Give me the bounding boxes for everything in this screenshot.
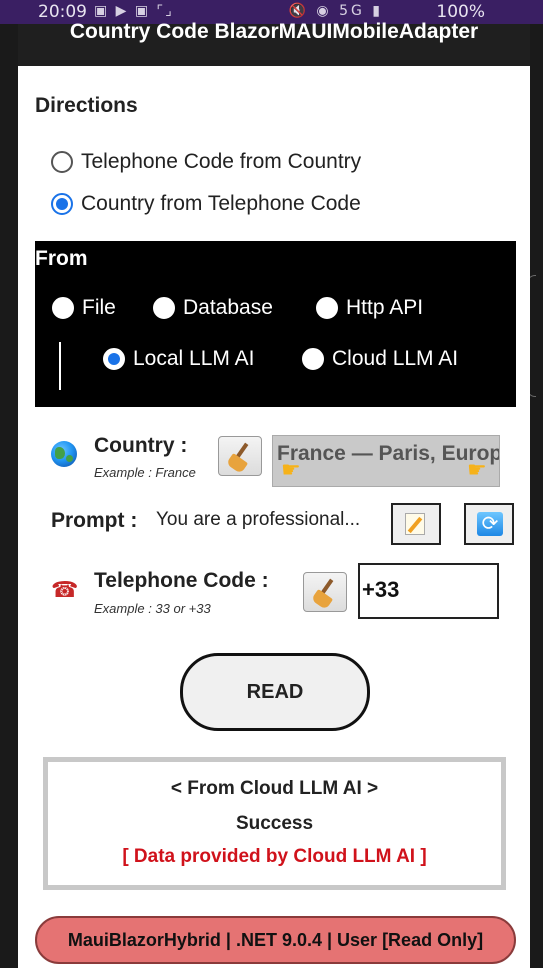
battery-level: 100% bbox=[436, 2, 485, 22]
country-label: Country : bbox=[94, 434, 188, 457]
pointing-hand-icon: ☛ bbox=[281, 457, 301, 482]
result-provider: [ Data provided by Cloud LLM AI ] bbox=[122, 846, 427, 867]
globe-icon bbox=[51, 441, 77, 467]
radio-database[interactable] bbox=[153, 297, 175, 319]
source-option-label: Database bbox=[183, 296, 273, 319]
radio-telephone-from-country[interactable] bbox=[51, 151, 73, 173]
direction-option-label: Country from Telephone Code bbox=[81, 192, 361, 215]
source-divider bbox=[59, 342, 61, 390]
refresh-prompt-button[interactable]: ⟳ bbox=[464, 503, 514, 545]
pointing-hand-icon: ☛ bbox=[467, 457, 487, 482]
direction-option-label: Telephone Code from Country bbox=[81, 150, 362, 173]
clear-telephone-button[interactable] bbox=[303, 572, 347, 612]
source-option-database[interactable]: Database bbox=[153, 296, 273, 320]
radio-cloud-llm[interactable] bbox=[302, 348, 324, 370]
prompt-label: Prompt : bbox=[51, 509, 138, 532]
result-panel: < From Cloud LLM AI > Success [ Data pro… bbox=[43, 757, 506, 890]
source-option-local-llm[interactable]: Local LLM AI bbox=[103, 347, 254, 371]
refresh-icon: ⟳ bbox=[477, 512, 503, 536]
country-field[interactable]: France — Paris, Europe ☛ ☛ bbox=[272, 435, 500, 487]
source-option-label: File bbox=[82, 296, 116, 319]
telephone-icon: ☎ bbox=[51, 577, 79, 602]
source-option-cloud-llm[interactable]: Cloud LLM AI bbox=[302, 347, 458, 371]
from-heading: From bbox=[35, 247, 88, 270]
status-time: 20:09 bbox=[38, 2, 87, 22]
direction-option-telephone-from-country[interactable]: Telephone Code from Country bbox=[51, 150, 361, 174]
source-option-label: Local LLM AI bbox=[133, 347, 255, 370]
clear-country-button[interactable] bbox=[218, 436, 262, 476]
source-option-label: Http API bbox=[346, 296, 424, 319]
telephone-field[interactable]: +33 bbox=[358, 563, 499, 619]
telephone-label: Telephone Code : bbox=[94, 569, 269, 592]
country-example: Example : France bbox=[94, 465, 196, 480]
result-source: < From Cloud LLM AI > bbox=[170, 778, 379, 799]
edit-icon bbox=[405, 513, 425, 535]
result-status: Success bbox=[235, 813, 314, 834]
notification-icons: ▣ ▶ ▣ ⌜⌟ bbox=[94, 3, 174, 19]
read-button[interactable]: READ bbox=[180, 653, 370, 731]
direction-option-country-from-telephone[interactable]: Country from Telephone Code bbox=[51, 192, 361, 216]
footer-info-bar: MauiBlazorHybrid | .NET 9.0.4 | User [Re… bbox=[35, 916, 516, 964]
app-content: Directions Telephone Code from Country C… bbox=[18, 66, 530, 968]
radio-http-api[interactable] bbox=[316, 297, 338, 319]
from-source-panel: From File Database Http API Local LLM AI… bbox=[35, 241, 516, 407]
telephone-value: +33 bbox=[362, 577, 400, 602]
source-option-file[interactable]: File bbox=[52, 296, 116, 320]
radio-file[interactable] bbox=[52, 297, 74, 319]
radio-local-llm[interactable] bbox=[103, 348, 125, 370]
directions-heading: Directions bbox=[35, 94, 138, 117]
prompt-value[interactable]: You are a professional... bbox=[156, 509, 360, 531]
source-option-label: Cloud LLM AI bbox=[332, 347, 459, 370]
source-option-http-api[interactable]: Http API bbox=[316, 296, 423, 320]
radio-country-from-telephone[interactable] bbox=[51, 193, 73, 215]
system-icons: 🔇 ◉ 5G ▮ bbox=[288, 3, 383, 19]
edit-prompt-button[interactable] bbox=[391, 503, 441, 545]
telephone-example: Example : 33 or +33 bbox=[94, 601, 211, 616]
app-title: Country Code BlazorMAUIMobileAdapter bbox=[69, 20, 479, 43]
app-header: Country Code BlazorMAUIMobileAdapter bbox=[18, 20, 530, 68]
